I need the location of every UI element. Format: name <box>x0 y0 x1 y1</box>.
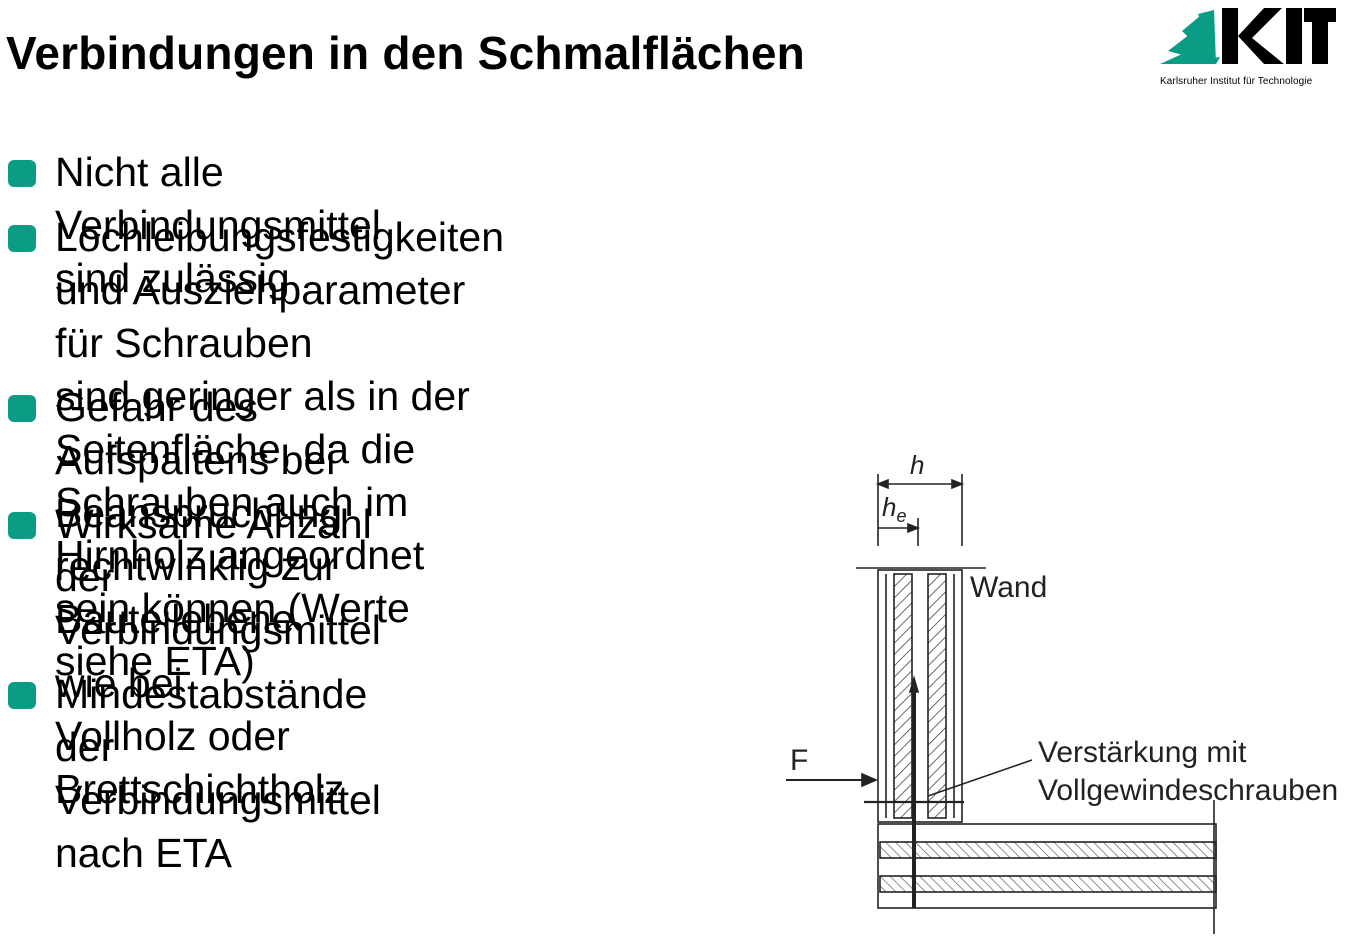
wall-panel <box>877 569 963 823</box>
reinforcement-label-line2: Vollgewindeschrauben <box>1038 774 1339 807</box>
dim-label-he-sub: e <box>896 506 907 527</box>
connection-diagram: h he Wand F Verstärkung mit Vollgewindes… <box>780 440 1358 937</box>
bullet-square-icon <box>8 225 36 252</box>
reinforcement-label-line1: Verstärkung mit <box>1038 736 1247 769</box>
floor-slab <box>877 823 1217 909</box>
bullet-square-icon <box>8 395 36 422</box>
bullet-text: Mindestabstände der Verbindungsmittel na… <box>55 671 381 876</box>
force-label: F <box>790 744 809 777</box>
bullet-square-icon <box>8 682 36 709</box>
dim-label-h: h <box>910 450 925 480</box>
dim-label-he: he <box>882 492 906 527</box>
bullet-square-icon <box>8 512 36 539</box>
connection-drawing <box>786 474 1217 934</box>
wall-label: Wand <box>970 571 1048 604</box>
dim-label-he-main: h <box>882 492 897 522</box>
bullet-square-icon <box>8 160 36 187</box>
